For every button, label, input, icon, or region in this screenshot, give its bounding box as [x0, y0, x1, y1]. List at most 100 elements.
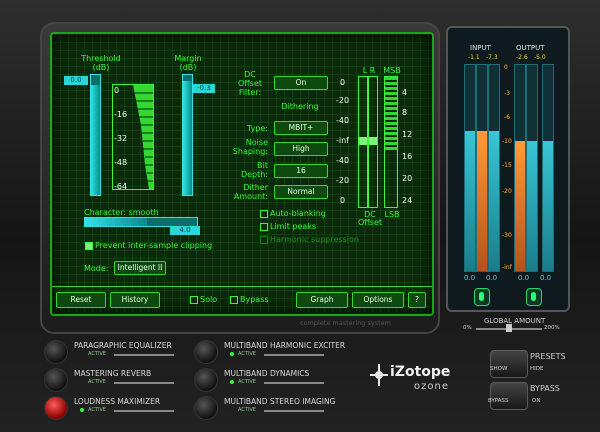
threshold-unit: (dB) — [92, 63, 110, 72]
margin-value[interactable]: -0.3 — [193, 84, 215, 93]
divider — [52, 286, 432, 287]
module-active-label: ACTIVE — [88, 379, 106, 385]
module-power-knob[interactable] — [194, 368, 218, 392]
meter-scale-30: -30 — [502, 232, 512, 239]
character-value[interactable]: 4.0 — [170, 226, 200, 235]
reset-button[interactable]: Reset — [56, 292, 106, 308]
output-bottom-right: 0.0 — [540, 274, 552, 282]
bit-depth-select[interactable]: 16 — [274, 164, 328, 178]
output-peak-l: -2.6 — [516, 54, 528, 61]
db-scale-0: 0 — [340, 78, 346, 87]
presets-label: PRESETS — [530, 352, 566, 361]
presets-button[interactable] — [490, 350, 528, 378]
active-led — [230, 352, 234, 356]
threshold-label: Threshold — [81, 54, 121, 63]
dither-type-select[interactable]: MBIT+ — [274, 121, 328, 135]
module-power-knob[interactable] — [194, 340, 218, 364]
harmonic-suppression-checkbox[interactable] — [260, 236, 268, 244]
dc-offset-button[interactable]: On — [274, 76, 328, 90]
limit-peaks-checkbox[interactable] — [260, 223, 268, 231]
type-label: Type: — [246, 124, 268, 133]
input-gain-level — [477, 131, 487, 271]
input-gain-slider[interactable] — [476, 64, 488, 272]
input-link-button[interactable] — [474, 288, 490, 306]
noise-label-2: Shaping: — [232, 147, 268, 156]
module-power-knob[interactable] — [44, 368, 68, 392]
solo-label: Solo — [200, 295, 218, 304]
solo-checkbox[interactable] — [190, 296, 198, 304]
input-peak-l: -1.1 — [468, 54, 480, 61]
options-button[interactable]: Options — [352, 292, 404, 308]
module-amount-slider[interactable] — [114, 410, 174, 412]
module-active-label: ACTIVE — [238, 407, 256, 413]
history-button[interactable]: History — [110, 292, 160, 308]
meter-scale-15: -15 — [502, 162, 512, 169]
io-meter-panel: INPUT OUTPUT -1.1 -7.3 -2.6 -5.0 0 -3 -6… — [446, 26, 570, 312]
auto-blanking-checkbox[interactable] — [260, 210, 268, 218]
dc-offset-label-2: Offset — [357, 218, 383, 227]
bypass-toggle-label: BYPASS — [530, 384, 560, 393]
module-amount-slider[interactable] — [264, 354, 324, 356]
output-bottom-left: 0.0 — [518, 274, 530, 282]
output-meter-left-level — [527, 141, 537, 271]
module-power-knob[interactable] — [44, 396, 68, 420]
noise-shaping-select[interactable]: High — [274, 142, 328, 156]
output-gain-slider[interactable] — [514, 64, 526, 272]
graph-button[interactable]: Graph — [296, 292, 348, 308]
mode-label: Mode: — [84, 264, 109, 273]
dithering-label: Dithering — [281, 102, 319, 111]
bit-scale-20: 20 — [402, 174, 413, 183]
character-slider-fill — [85, 218, 147, 226]
bypass-toggle-button[interactable] — [490, 382, 528, 410]
limit-peaks-label: Limit peaks — [270, 222, 317, 231]
logo-brand: iZotope — [390, 364, 451, 380]
margin-slider[interactable] — [182, 74, 193, 196]
global-amount-max: 200% — [544, 325, 560, 331]
dc-label-1: DC — [244, 70, 256, 79]
help-button[interactable]: ? — [408, 292, 426, 308]
threshold-slider[interactable] — [90, 74, 101, 196]
input-meter-left — [464, 64, 476, 272]
meter-scale-0: 0 — [504, 64, 508, 71]
loudness-maximizer-screen: Threshold (dB) 0.0 0 -16 -32 -48 -64 Mar… — [50, 32, 434, 316]
module-power-knob[interactable] — [194, 396, 218, 420]
output-meter-left — [526, 64, 538, 272]
input-peak-r: -7.3 — [486, 54, 498, 61]
bit-scale-12: 12 — [402, 130, 413, 139]
output-meter-right — [542, 64, 554, 272]
threshold-slider-fill — [91, 85, 100, 195]
input-bottom-right: 0.0 — [486, 274, 498, 282]
db-scale-2: -40 — [336, 116, 350, 125]
noise-label-1: Noise — [245, 138, 268, 147]
module-amount-slider[interactable] — [264, 382, 324, 384]
output-label: OUTPUT — [516, 44, 545, 52]
mode-select[interactable]: Intelligent II — [114, 261, 166, 275]
db-scale-4: -40 — [336, 156, 350, 165]
module-name: MULTIBAND STEREO IMAGING — [224, 397, 336, 406]
msb-label: MSB — [383, 66, 401, 75]
module-power-knob[interactable] — [44, 340, 68, 364]
bypass-label: Bypass — [240, 295, 269, 304]
module-name: PARAGRAPHIC EQUALIZER — [74, 341, 172, 350]
presets-hide-label: HIDE — [530, 366, 544, 372]
output-link-button[interactable] — [526, 288, 542, 306]
lr-label: L R — [362, 66, 376, 75]
meter-scale-6: -6 — [504, 114, 510, 121]
meter-scale-inf: -inf — [502, 264, 512, 271]
bit-scale-16: 16 — [402, 152, 413, 161]
module-active-label: ACTIVE — [88, 407, 106, 413]
bypass-checkbox[interactable] — [230, 296, 238, 304]
meter-scale-10: -10 — [502, 138, 512, 145]
prevent-clip-checkbox[interactable] — [85, 242, 93, 250]
module-amount-slider[interactable] — [264, 410, 324, 412]
izotope-logo: iZotope ozone — [370, 360, 470, 400]
global-amount-thumb[interactable] — [506, 324, 512, 332]
dither-amount-select[interactable]: Normal — [274, 185, 328, 199]
bit-label-1: Bit — [257, 161, 268, 170]
dc-label-3: Filter: — [238, 88, 262, 97]
presets-show-label: SHOW — [490, 366, 508, 372]
bit-scale-8: 8 — [402, 108, 408, 117]
module-amount-slider[interactable] — [114, 354, 174, 356]
threshold-value[interactable]: 0.0 — [64, 76, 88, 85]
module-amount-slider[interactable] — [114, 382, 174, 384]
